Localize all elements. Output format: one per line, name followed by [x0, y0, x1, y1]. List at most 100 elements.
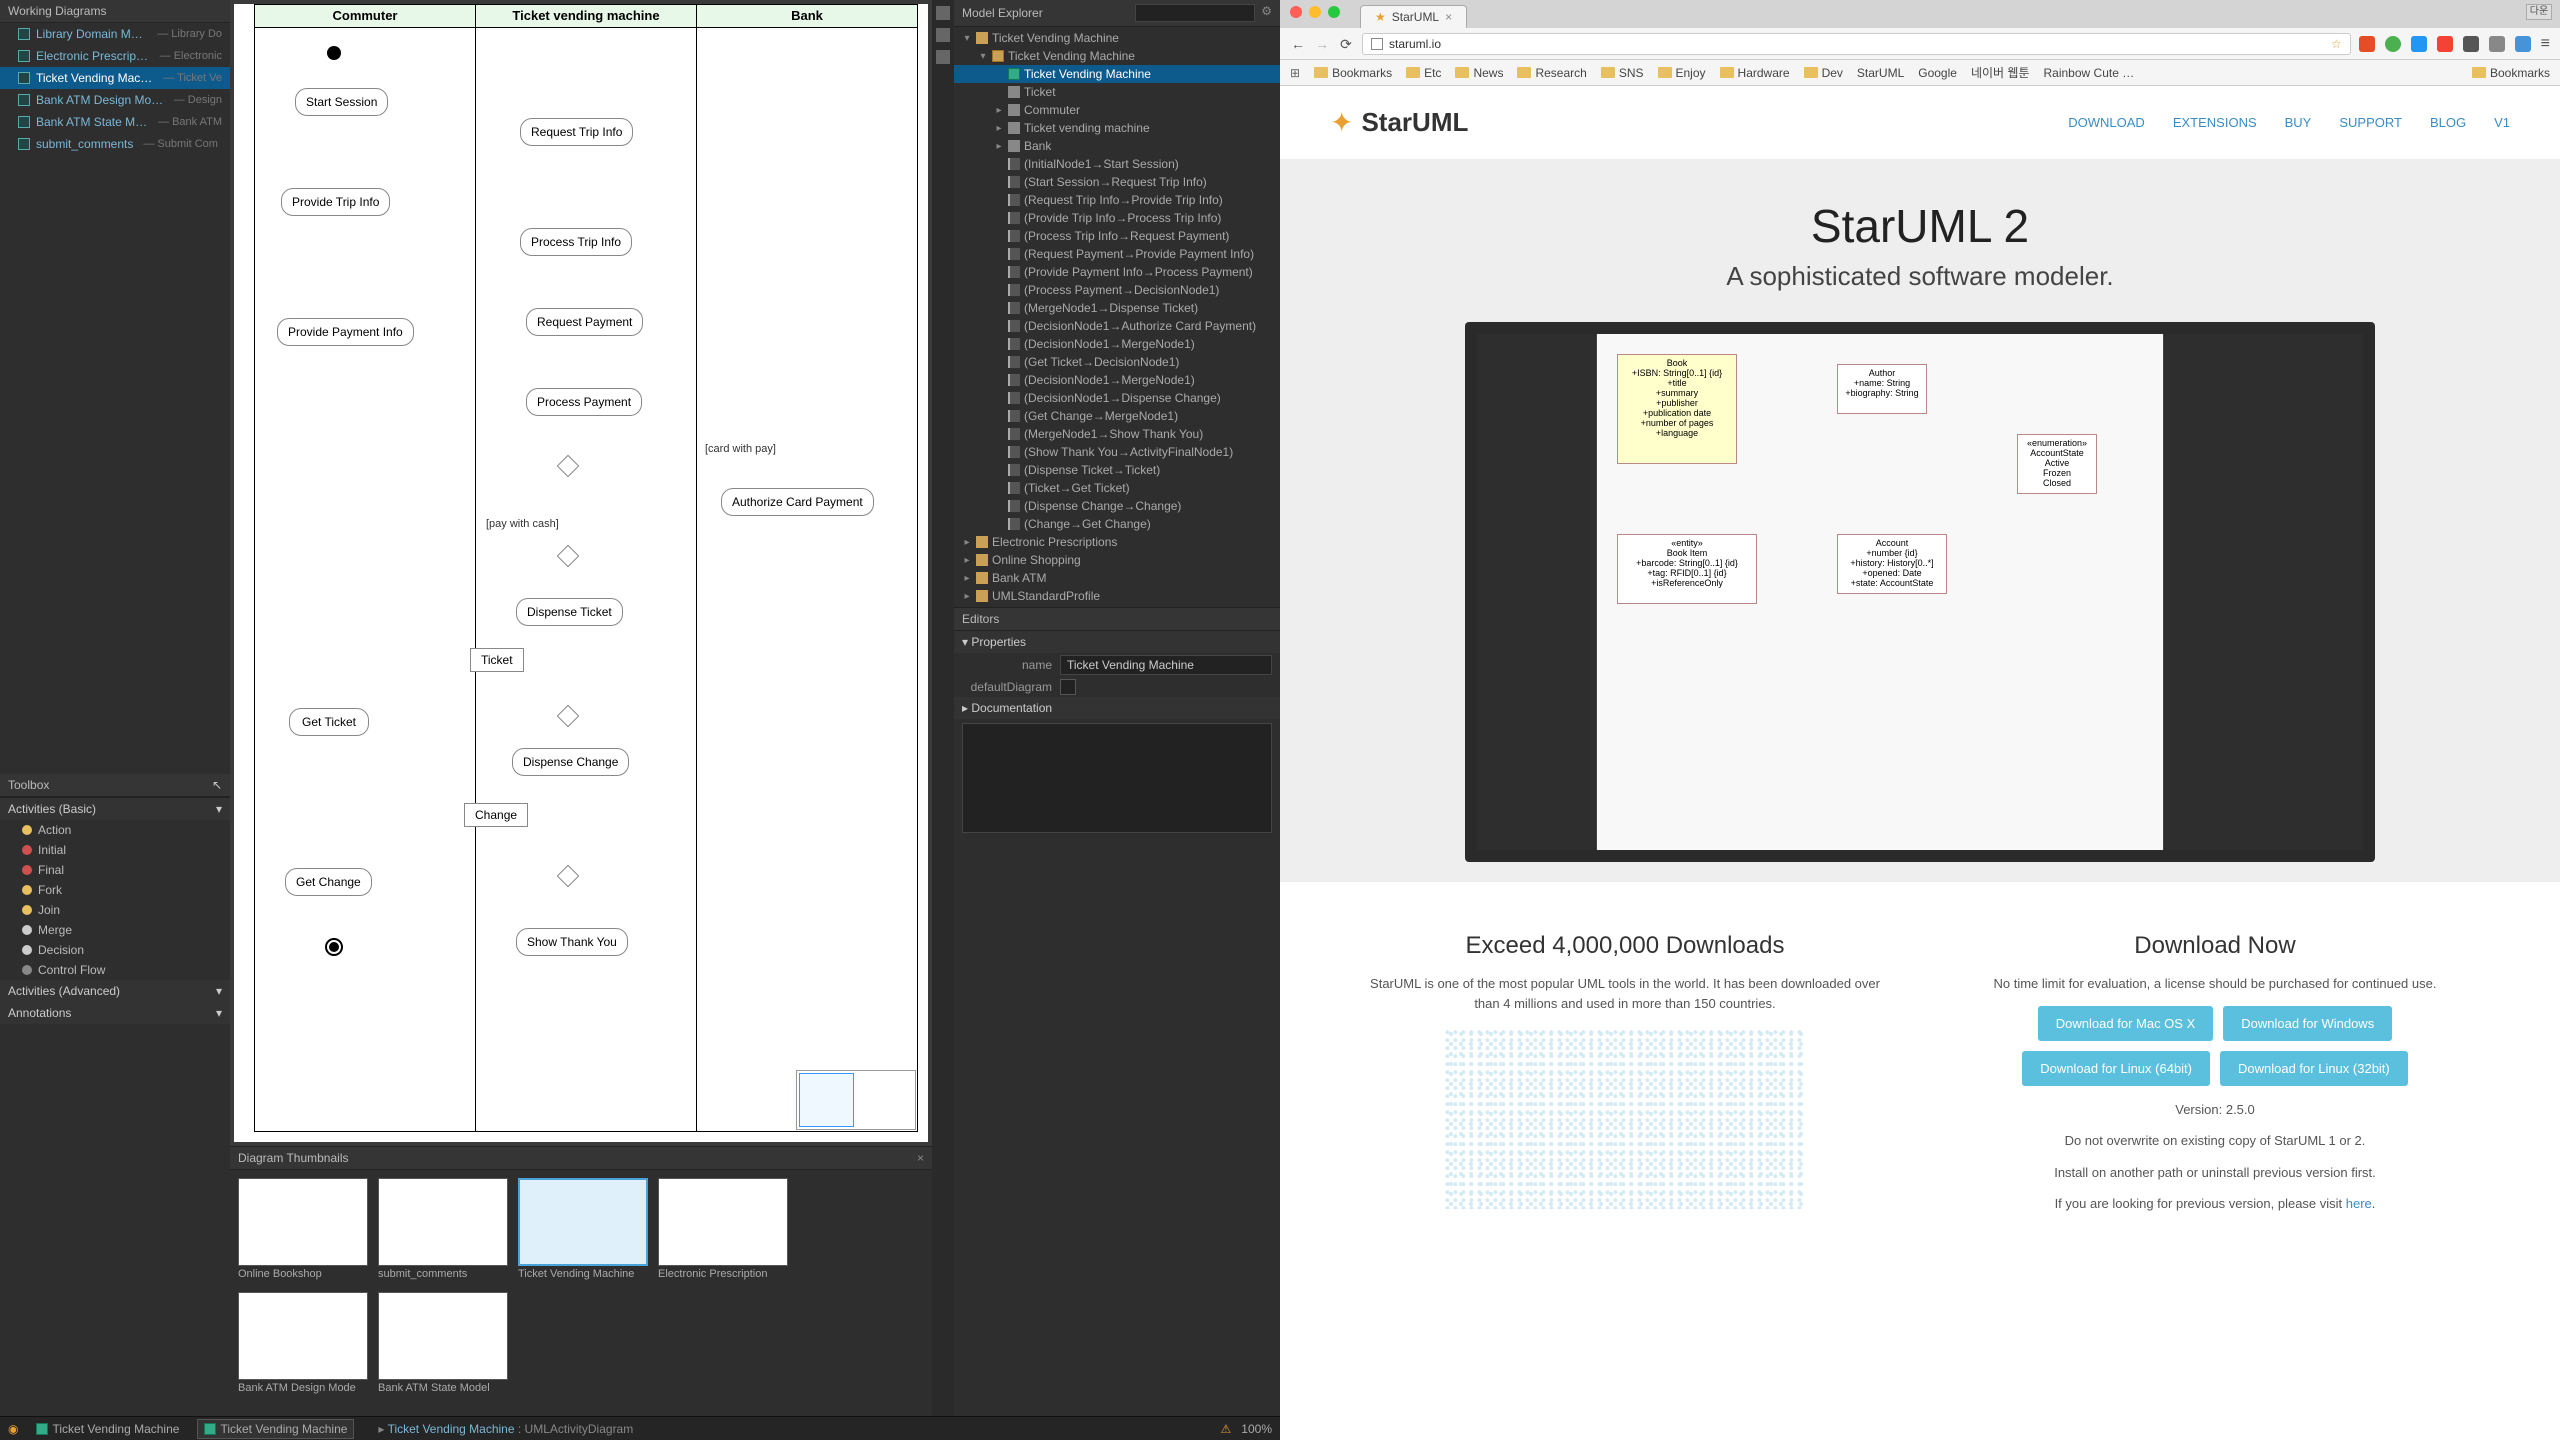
status-home-icon[interactable]: ◉ [8, 1422, 18, 1436]
menu-icon[interactable]: ≡ [2541, 35, 2550, 53]
apps-icon[interactable]: ⊞ [1290, 66, 1300, 80]
tree-item[interactable]: (Process Payment→DecisionNode1) [954, 281, 1280, 299]
bookmark-item[interactable]: Enjoy [1658, 66, 1706, 80]
toolbox-item[interactable]: Control Flow [0, 960, 230, 980]
tree-item[interactable]: (DecisionNode1→Dispense Change) [954, 389, 1280, 407]
info-link[interactable]: here [2346, 1196, 2372, 1211]
node-provide-payment-info[interactable]: Provide Payment Info [277, 318, 414, 346]
toolbox-item[interactable]: Initial [0, 840, 230, 860]
bookmark-item[interactable]: Bookmarks [1314, 66, 1392, 80]
ext-dark-icon[interactable] [2463, 36, 2479, 52]
lane-bank[interactable]: [card with pay] Authorize Card Payment [697, 28, 917, 1131]
download-button[interactable]: Download for Linux (32bit) [2220, 1051, 2408, 1086]
tree-toggle-icon[interactable]: ▸ [994, 123, 1004, 134]
forward-icon[interactable]: → [1314, 36, 1330, 52]
node-get-ticket[interactable]: Get Ticket [289, 708, 369, 736]
swimlane-tvm-header[interactable]: Ticket vending machine [476, 5, 697, 27]
ext-html5-icon[interactable] [2359, 36, 2375, 52]
node-request-payment[interactable]: Request Payment [526, 308, 643, 336]
node-show-thank-you[interactable]: Show Thank You [516, 928, 628, 956]
tree-item[interactable]: (DecisionNode1→MergeNode1) [954, 371, 1280, 389]
bookmark-item[interactable]: SNS [1601, 66, 1644, 80]
toolbox-item[interactable]: Action [0, 820, 230, 840]
tree-item[interactable]: (Dispense Change→Change) [954, 497, 1280, 515]
bookmark-item[interactable]: Google [1918, 66, 1957, 80]
toolbox-item[interactable]: Fork [0, 880, 230, 900]
diagram-thumbnail[interactable]: Ticket Vending Machine [518, 1178, 648, 1282]
tree-item[interactable]: ▸Ticket vending machine [954, 119, 1280, 137]
grid-icon[interactable] [936, 28, 950, 42]
node-process-payment[interactable]: Process Payment [526, 388, 642, 416]
bookmark-item[interactable]: Hardware [1720, 66, 1790, 80]
node-get-change[interactable]: Get Change [285, 868, 372, 896]
working-diagram-item[interactable]: Electronic Prescriptions— Electronic [0, 45, 230, 67]
ext-user-icon[interactable] [2489, 36, 2505, 52]
tree-item[interactable]: ▾Ticket Vending Machine [954, 47, 1280, 65]
nav-link[interactable]: EXTENSIONS [2173, 115, 2257, 130]
layers-icon[interactable] [936, 50, 950, 64]
tree-item[interactable]: (DecisionNode1→MergeNode1) [954, 335, 1280, 353]
node-authorize-card[interactable]: Authorize Card Payment [721, 488, 874, 516]
bookmark-item[interactable]: Etc [1406, 66, 1441, 80]
bookmark-other[interactable]: Bookmarks [2472, 66, 2550, 80]
node-request-trip-info[interactable]: Request Trip Info [520, 118, 633, 146]
merge-node-2[interactable] [557, 865, 580, 888]
tree-item[interactable]: ▾Ticket Vending Machine [954, 29, 1280, 47]
tree-item[interactable]: (Provide Trip Info→Process Trip Info) [954, 209, 1280, 227]
decision-node-2[interactable] [557, 705, 580, 728]
minimap[interactable] [796, 1070, 916, 1130]
toolbox-section[interactable]: Activities (Basic)▾ [0, 798, 230, 820]
toolbox-section[interactable]: Annotations▾ [0, 1002, 230, 1024]
tree-item[interactable]: (Change→Get Change) [954, 515, 1280, 533]
prop-defaultdiagram-checkbox[interactable] [1060, 679, 1076, 695]
toolbox-item[interactable]: Merge [0, 920, 230, 940]
back-icon[interactable]: ← [1290, 36, 1306, 52]
diagram-thumbnail[interactable]: Online Bookshop [238, 1178, 368, 1282]
tree-toggle-icon[interactable]: ▸ [962, 591, 972, 602]
tree-toggle-icon[interactable]: ▸ [994, 141, 1004, 152]
tree-item[interactable]: (Get Ticket→DecisionNode1) [954, 353, 1280, 371]
zoom-level[interactable]: 100% [1241, 1422, 1272, 1436]
tree-item[interactable]: (Show Thank You→ActivityFinalNode1) [954, 443, 1280, 461]
window-label[interactable]: 다운 [2526, 4, 2552, 20]
tree-item[interactable]: ▸Electronic Prescriptions [954, 533, 1280, 551]
traffic-zoom-icon[interactable] [1328, 6, 1340, 18]
breadcrumb-expand-icon[interactable]: ▸ [378, 1422, 387, 1436]
nav-link[interactable]: DOWNLOAD [2068, 115, 2145, 130]
node-dispense-ticket[interactable]: Dispense Ticket [516, 598, 623, 626]
traffic-minimize-icon[interactable] [1309, 6, 1321, 18]
tree-item[interactable]: (Get Change→MergeNode1) [954, 407, 1280, 425]
lane-commuter[interactable]: Start Session Provide Trip Info Provide … [255, 28, 476, 1131]
ext-blue-icon[interactable] [2411, 36, 2427, 52]
obj-ticket[interactable]: Ticket [470, 648, 524, 672]
tree-item[interactable]: (Process Trip Info→Request Payment) [954, 227, 1280, 245]
toolbox-cursor-icon[interactable]: ↖ [212, 778, 222, 792]
tree-item[interactable]: (Provide Payment Info→Process Payment) [954, 263, 1280, 281]
breadcrumb-link[interactable]: Ticket Vending Machine [388, 1422, 515, 1436]
tree-item[interactable]: ▸Bank [954, 137, 1280, 155]
nav-link[interactable]: BUY [2285, 115, 2312, 130]
tree-item[interactable]: (Dispense Ticket→Ticket) [954, 461, 1280, 479]
working-diagram-item[interactable]: Ticket Vending Machine— Ticket Ve [0, 67, 230, 89]
diagram-thumbnail[interactable]: Electronic Prescription [658, 1178, 788, 1282]
bookmark-item[interactable]: Research [1517, 66, 1586, 80]
node-dispense-change[interactable]: Dispense Change [512, 748, 629, 776]
toolbox-section[interactable]: Activities (Advanced)▾ [0, 980, 230, 1002]
download-button[interactable]: Download for Windows [2223, 1006, 2392, 1041]
bookmark-item[interactable]: News [1455, 66, 1503, 80]
home-icon[interactable] [936, 6, 950, 20]
tree-item[interactable]: (Start Session→Request Trip Info) [954, 173, 1280, 191]
url-input[interactable]: staruml.io ☆ [1362, 33, 2351, 55]
browser-tab[interactable]: ★ StarUML × [1360, 5, 1467, 28]
initial-node[interactable] [327, 46, 341, 60]
status-tab-1[interactable]: Ticket Vending Machine [30, 1420, 185, 1438]
properties-section[interactable]: ▾ Properties [954, 631, 1280, 653]
merge-node-1[interactable] [557, 545, 580, 568]
final-node[interactable] [325, 938, 343, 956]
documentation-textarea[interactable] [962, 723, 1272, 833]
tree-toggle-icon[interactable]: ▾ [962, 33, 972, 44]
tree-item[interactable]: (Request Trip Info→Provide Trip Info) [954, 191, 1280, 209]
tree-item[interactable]: ▸UMLStandardProfile [954, 587, 1280, 605]
tree-item[interactable]: (Request Payment→Provide Payment Info) [954, 245, 1280, 263]
nav-link[interactable]: BLOG [2430, 115, 2466, 130]
